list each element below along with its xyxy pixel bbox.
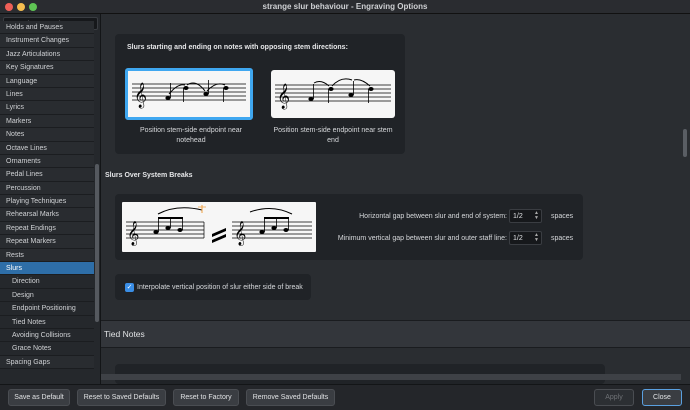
reset-to-factory-button[interactable]: Reset to Factory xyxy=(173,389,239,406)
horizontal-gap-label: Horizontal gap between slur and end of s… xyxy=(359,213,507,220)
svg-text:𝄞: 𝄞 xyxy=(277,83,290,109)
category-list: Holds and Pauses Instrument Changes Jazz A… xyxy=(0,21,94,370)
tied-notes-section: Tied Notes xyxy=(101,320,690,348)
svg-text:𝄞: 𝄞 xyxy=(127,221,139,246)
sidebar-item-spacing-gaps[interactable]: Spacing Gaps xyxy=(0,355,94,370)
horizontal-gap-input[interactable]: 1/2 ▲ ▼ xyxy=(509,209,542,223)
opposing-stems-panel: Slurs starting and ending on notes with … xyxy=(115,34,405,154)
horizontal-scrollbar[interactable] xyxy=(101,374,681,380)
title-bar: strange slur behaviour - Engraving Optio… xyxy=(0,0,690,14)
sidebar-item-key-signatures[interactable]: Key Signatures xyxy=(0,61,94,75)
bottom-button-bar: Save as Default Reset to Saved Defaults … xyxy=(0,384,690,410)
sidebar-item-octave-lines[interactable]: Octave Lines xyxy=(0,141,94,155)
interpolate-label[interactable]: Interpolate vertical position of slur ei… xyxy=(137,284,303,291)
sidebar-item-holds-and-pauses[interactable]: Holds and Pauses xyxy=(0,21,94,35)
horizontal-gap-stepper-icon[interactable]: ▲ ▼ xyxy=(534,211,539,221)
interpolate-panel: ✓ Interpolate vertical position of slur … xyxy=(115,274,311,300)
option-near-notehead-label[interactable]: Position stem-side endpoint near notehea… xyxy=(129,126,253,146)
save-as-default-button[interactable]: Save as Default xyxy=(8,389,70,406)
option-near-notehead-card[interactable]: 𝄞 xyxy=(125,68,253,120)
sidebar-item-direction[interactable]: Direction xyxy=(0,275,94,289)
sidebar-item-lyrics[interactable]: Lyrics xyxy=(0,101,94,115)
sidebar-item-pedal-lines[interactable]: Pedal Lines xyxy=(0,168,94,182)
sidebar-item-rehearsal-marks[interactable]: Rehearsal Marks xyxy=(0,208,94,222)
sidebar-item-repeat-endings[interactable]: Repeat Endings xyxy=(0,221,94,236)
sidebar-item-lines[interactable]: Lines xyxy=(0,87,94,102)
vertical-gap-unit: spaces xyxy=(551,235,574,242)
sidebar-item-playing-techniques[interactable]: Playing Techniques xyxy=(0,195,94,209)
sidebar-item-jazz-articulations[interactable]: Jazz Articulations xyxy=(0,47,94,62)
option-near-stem-end-card[interactable]: 𝄞 xyxy=(271,70,395,118)
vertical-gap-stepper-icon[interactable]: ▲ ▼ xyxy=(534,233,539,243)
system-break-illustration: 𝄞 𝄞 xyxy=(126,205,312,246)
apply-button[interactable]: Apply xyxy=(594,389,634,406)
sidebar-item-repeat-markers[interactable]: Repeat Markers xyxy=(0,235,94,249)
interpolate-checkbox[interactable]: ✓ xyxy=(125,283,134,292)
sidebar-item-language[interactable]: Language xyxy=(0,74,94,88)
sidebar-item-markers[interactable]: Markers xyxy=(0,114,94,129)
sidebar-item-percussion[interactable]: Percussion xyxy=(0,181,94,196)
sidebar-item-rests[interactable]: Rests xyxy=(0,248,94,263)
sidebar-scrollbar[interactable] xyxy=(95,164,99,322)
sidebar-item-endpoint-positioning[interactable]: Endpoint Positioning xyxy=(0,302,94,316)
system-breaks-panel: 𝄞 𝄞 Horizontal gap between slur and end … xyxy=(115,194,583,260)
sidebar-item-grace-notes[interactable]: Grace Notes xyxy=(0,342,94,356)
sidebar-item-avoiding-collisions[interactable]: Avoiding Collisions xyxy=(0,328,94,343)
sidebar-item-instrument-changes[interactable]: Instrument Changes xyxy=(0,34,94,48)
options-content: Slurs starting and ending on notes with … xyxy=(101,14,690,384)
remove-saved-defaults-button[interactable]: Remove Saved Defaults xyxy=(246,389,335,406)
system-break-illustration-card: 𝄞 𝄞 xyxy=(122,202,316,252)
opposing-stems-heading: Slurs starting and ending on notes with … xyxy=(127,44,348,51)
category-sidebar: Holds and PausesInstrument ChangesJazz A… xyxy=(0,14,101,384)
option-near-stem-end-label[interactable]: Position stem-side endpoint near stem en… xyxy=(271,126,395,146)
svg-text:𝄞: 𝄞 xyxy=(234,221,246,246)
window-title: strange slur behaviour - Engraving Optio… xyxy=(262,2,428,11)
sidebar-item-notes[interactable]: Notes xyxy=(0,128,94,142)
sidebar-item-design[interactable]: Design xyxy=(0,288,94,303)
close-button[interactable]: Close xyxy=(642,389,682,406)
slur-near-stem-end-illustration: 𝄞 xyxy=(275,78,391,109)
sidebar-item-slurs[interactable]: Slurs xyxy=(0,262,94,276)
vertical-gap-label: Minimum vertical gap between slur and ou… xyxy=(337,235,507,242)
tied-notes-heading: Tied Notes xyxy=(104,329,145,339)
horizontal-gap-unit: spaces xyxy=(551,213,574,220)
slur-near-notehead-illustration: 𝄞 xyxy=(132,80,246,108)
content-scrollbar[interactable] xyxy=(683,129,687,157)
sidebar-item-tied-notes[interactable]: Tied Notes xyxy=(0,315,94,329)
vertical-gap-input[interactable]: 1/2 ▲ ▼ xyxy=(509,231,542,245)
svg-text:𝄞: 𝄞 xyxy=(134,82,147,108)
reset-to-saved-defaults-button[interactable]: Reset to Saved Defaults xyxy=(77,389,166,406)
system-breaks-heading: Slurs Over System Breaks xyxy=(105,172,193,179)
sidebar-item-ornaments[interactable]: Ornaments xyxy=(0,154,94,169)
